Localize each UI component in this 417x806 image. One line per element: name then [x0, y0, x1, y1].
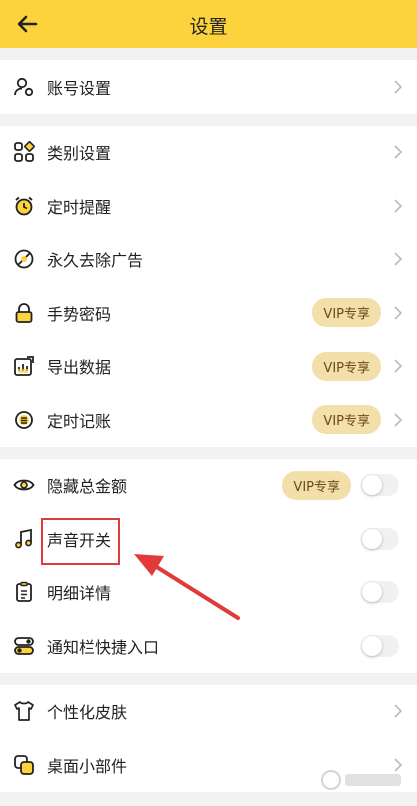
page-title: 设置: [189, 16, 228, 38]
chevron-right-icon: [394, 704, 403, 718]
notification-shortcut-row: 通知栏快捷入口: [0, 619, 417, 673]
remove-ads-row[interactable]: 永久去除广告: [0, 233, 417, 287]
vip-badge: VIP专享: [312, 405, 381, 435]
chevron-right-icon: [394, 359, 403, 373]
clipboard-list-icon: [13, 581, 35, 603]
export-data-row[interactable]: 导出数据 VIP专享: [0, 340, 417, 394]
toggle-knob: [362, 528, 382, 549]
scheduled-bookkeeping-label: 定时记账: [47, 411, 112, 431]
remove-ads-label: 永久去除广告: [47, 251, 144, 271]
toggle-knob: [362, 635, 382, 656]
personalized-skin-label: 个性化皮肤: [47, 703, 128, 723]
gesture-password-row[interactable]: 手势密码 VIP专享: [0, 286, 417, 340]
chevron-right-icon: [394, 80, 403, 94]
settings-group-general: 类别设置 定时提醒 永久去除广告 手势密码 VIP专享 导出数据 VIP专享 定…: [0, 125, 417, 447]
chevron-right-icon: [394, 413, 403, 427]
gesture-password-label: 手势密码: [47, 304, 112, 324]
toggle-switches-icon: [13, 635, 35, 657]
no-ads-icon: [13, 248, 35, 270]
music-note-icon: [13, 528, 35, 550]
tshirt-icon: [13, 700, 35, 722]
chevron-right-icon: [394, 145, 403, 159]
category-grid-icon: [13, 141, 35, 163]
desktop-widget-label: 桌面小部件: [47, 756, 128, 776]
detail-info-label: 明细详情: [47, 584, 112, 604]
chevron-right-icon: [394, 252, 403, 266]
sound-switch-toggle[interactable]: [361, 527, 399, 550]
detail-info-toggle[interactable]: [361, 581, 399, 604]
eye-icon: [13, 474, 35, 496]
lock-icon: [13, 302, 35, 324]
alarm-clock-icon: [13, 195, 35, 217]
category-settings-row[interactable]: 类别设置: [0, 126, 417, 180]
settings-group-toggles: 隐藏总金额 VIP专享 声音开关 明细详情 通知栏快捷入口: [0, 458, 417, 673]
recurring-record-icon: [13, 409, 35, 431]
user-gear-icon: [13, 76, 35, 98]
settings-group-appearance: 个性化皮肤 桌面小部件: [0, 684, 417, 792]
chevron-right-icon: [394, 199, 403, 213]
vip-badge: VIP专享: [312, 351, 381, 381]
account-settings-label: 账号设置: [47, 78, 112, 98]
hide-total-amount-row: 隐藏总金额 VIP专享: [0, 459, 417, 513]
toggle-knob: [362, 582, 382, 603]
chevron-right-icon: [394, 306, 403, 320]
vip-badge: VIP专享: [282, 470, 351, 500]
scheduled-bookkeeping-row[interactable]: 定时记账 VIP专享: [0, 393, 417, 447]
sound-switch-label: 声音开关: [47, 530, 112, 550]
export-chart-icon: [13, 355, 35, 377]
category-settings-label: 类别设置: [47, 144, 112, 164]
section-gap: [0, 48, 417, 60]
app-header: 设置: [0, 0, 417, 48]
hide-total-amount-toggle[interactable]: [361, 474, 399, 497]
notification-shortcut-toggle[interactable]: [361, 634, 399, 657]
section-gap: [0, 113, 417, 126]
desktop-widget-row[interactable]: 桌面小部件: [0, 738, 417, 792]
detail-info-row: 明细详情: [0, 566, 417, 620]
hide-total-amount-label: 隐藏总金额: [47, 477, 128, 497]
scheduled-reminder-row[interactable]: 定时提醒: [0, 179, 417, 233]
section-gap: [0, 672, 417, 685]
widget-icon: [13, 754, 35, 776]
sound-switch-row: 声音开关: [0, 512, 417, 566]
toggle-knob: [362, 475, 382, 496]
account-settings-row[interactable]: 账号设置: [0, 60, 417, 114]
section-gap: [0, 446, 417, 459]
export-data-label: 导出数据: [47, 358, 112, 378]
notification-shortcut-label: 通知栏快捷入口: [47, 637, 160, 657]
personalized-skin-row[interactable]: 个性化皮肤: [0, 685, 417, 739]
scheduled-reminder-label: 定时提醒: [47, 197, 112, 217]
settings-group-account: 账号设置: [0, 60, 417, 114]
vip-badge: VIP专享: [312, 298, 381, 328]
chevron-right-icon: [394, 758, 403, 772]
